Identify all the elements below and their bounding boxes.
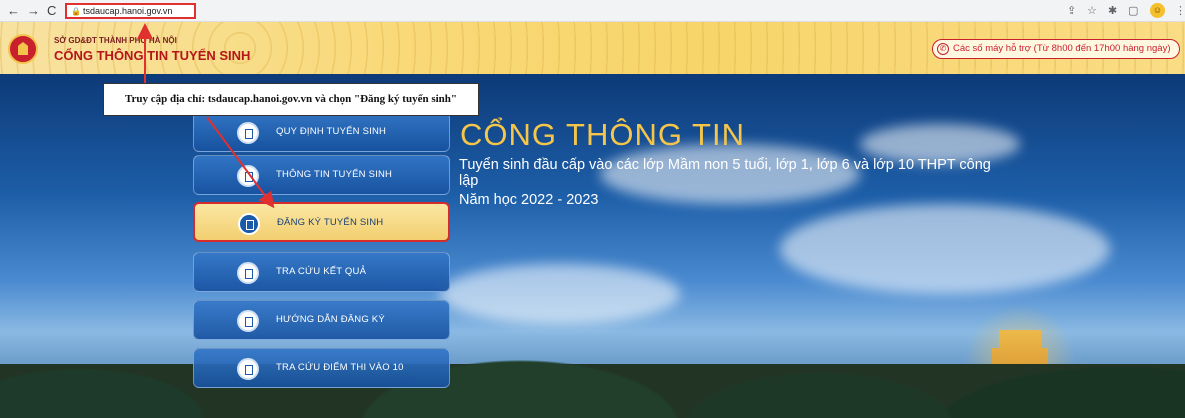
forward-button[interactable]: → <box>27 3 40 19</box>
instruction-callout: Truy cập địa chỉ: tsdaucap.hanoi.gov.vn … <box>103 83 479 116</box>
score-lookup-icon <box>237 358 259 380</box>
menu-label: HƯỚNG DẪN ĐĂNG KÝ <box>276 314 385 325</box>
regulation-icon <box>237 122 259 144</box>
guide-icon <box>237 310 259 332</box>
menu-label: THÔNG TIN TUYỂN SINH <box>276 169 393 180</box>
side-panel-icon[interactable]: ▢ <box>1128 3 1138 19</box>
hotline-button[interactable]: ✆ Các số máy hỗ trợ (Từ 8h00 đến 17h00 h… <box>932 39 1180 59</box>
menu-tra-cuu-diem[interactable]: TRA CỨU ĐIỂM THI VÀO 10 <box>193 348 450 388</box>
address-bar[interactable]: 🔒 tsdaucap.hanoi.gov.vn <box>65 3 196 19</box>
menu-thong-tin[interactable]: THÔNG TIN TUYỂN SINH <box>193 155 450 195</box>
portal-name[interactable]: CỔNG THÔNG TIN TUYỂN SINH <box>54 48 250 63</box>
back-button[interactable]: ← <box>7 3 20 19</box>
phone-icon: ✆ <box>937 43 949 55</box>
menu-label: ĐĂNG KÝ TUYỂN SINH <box>277 217 384 228</box>
info-document-icon <box>237 165 259 187</box>
reload-button[interactable]: C <box>47 3 56 19</box>
menu-quy-dinh[interactable]: QUY ĐỊNH TUYỂN SINH <box>193 112 450 152</box>
menu-huong-dan[interactable]: HƯỚNG DẪN ĐĂNG KÝ <box>193 300 450 340</box>
menu-dang-ky[interactable]: ĐĂNG KÝ TUYỂN SINH <box>193 202 450 242</box>
url-text: tsdaucap.hanoi.gov.vn <box>83 6 173 16</box>
menu-label: TRA CỨU ĐIỂM THI VÀO 10 <box>276 362 404 373</box>
bookmark-star-icon[interactable]: ☆ <box>1087 3 1097 19</box>
lock-icon: 🔒 <box>71 7 81 16</box>
site-header: SỞ GD&ĐT THÀNH PHỐ HÀ NỘI CỔNG THÔNG TIN… <box>0 22 1185 74</box>
org-name: SỞ GD&ĐT THÀNH PHỐ HÀ NỘI <box>54 36 177 45</box>
trees-image <box>0 298 1185 418</box>
share-icon[interactable]: ⇪ <box>1067 3 1076 19</box>
hero-school-year: Năm học 2022 - 2023 <box>459 192 599 208</box>
search-result-icon <box>237 262 259 284</box>
hero-subtitle: Tuyển sinh đầu cấp vào các lớp Mầm non 5… <box>459 157 991 189</box>
menu-label: QUY ĐỊNH TUYỂN SINH <box>276 126 387 137</box>
profile-avatar[interactable]: ☺ <box>1150 3 1165 18</box>
department-logo[interactable] <box>8 34 38 64</box>
menu-tra-cuu-ket-qua[interactable]: TRA CỨU KẾT QUẢ <box>193 252 450 292</box>
more-menu-icon[interactable]: ⋮ <box>1175 3 1185 19</box>
browser-toolbar: ← → C 🔒 tsdaucap.hanoi.gov.vn ⇪ ☆ ✱ ▢ ☺ … <box>0 0 1185 22</box>
hotline-label: Các số máy hỗ trợ (Từ 8h00 đến 17h00 hàn… <box>953 43 1171 54</box>
extensions-icon[interactable]: ✱ <box>1108 3 1117 19</box>
hero-title: CỔNG THÔNG TIN <box>460 117 745 152</box>
menu-label: TRA CỨU KẾT QUẢ <box>276 266 367 277</box>
register-form-icon <box>238 213 260 235</box>
